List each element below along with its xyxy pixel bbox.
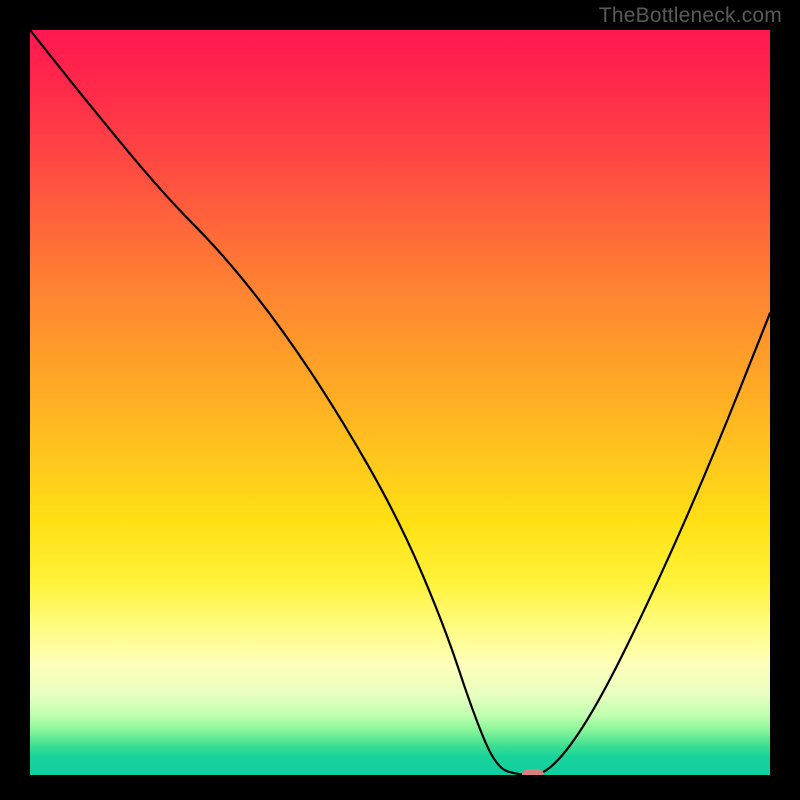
bottleneck-curve-line xyxy=(30,30,770,775)
chart-curve-svg xyxy=(30,30,770,775)
watermark-text: TheBottleneck.com xyxy=(599,4,782,28)
chart-plot-area xyxy=(30,30,770,775)
optimal-point-marker xyxy=(522,769,544,775)
